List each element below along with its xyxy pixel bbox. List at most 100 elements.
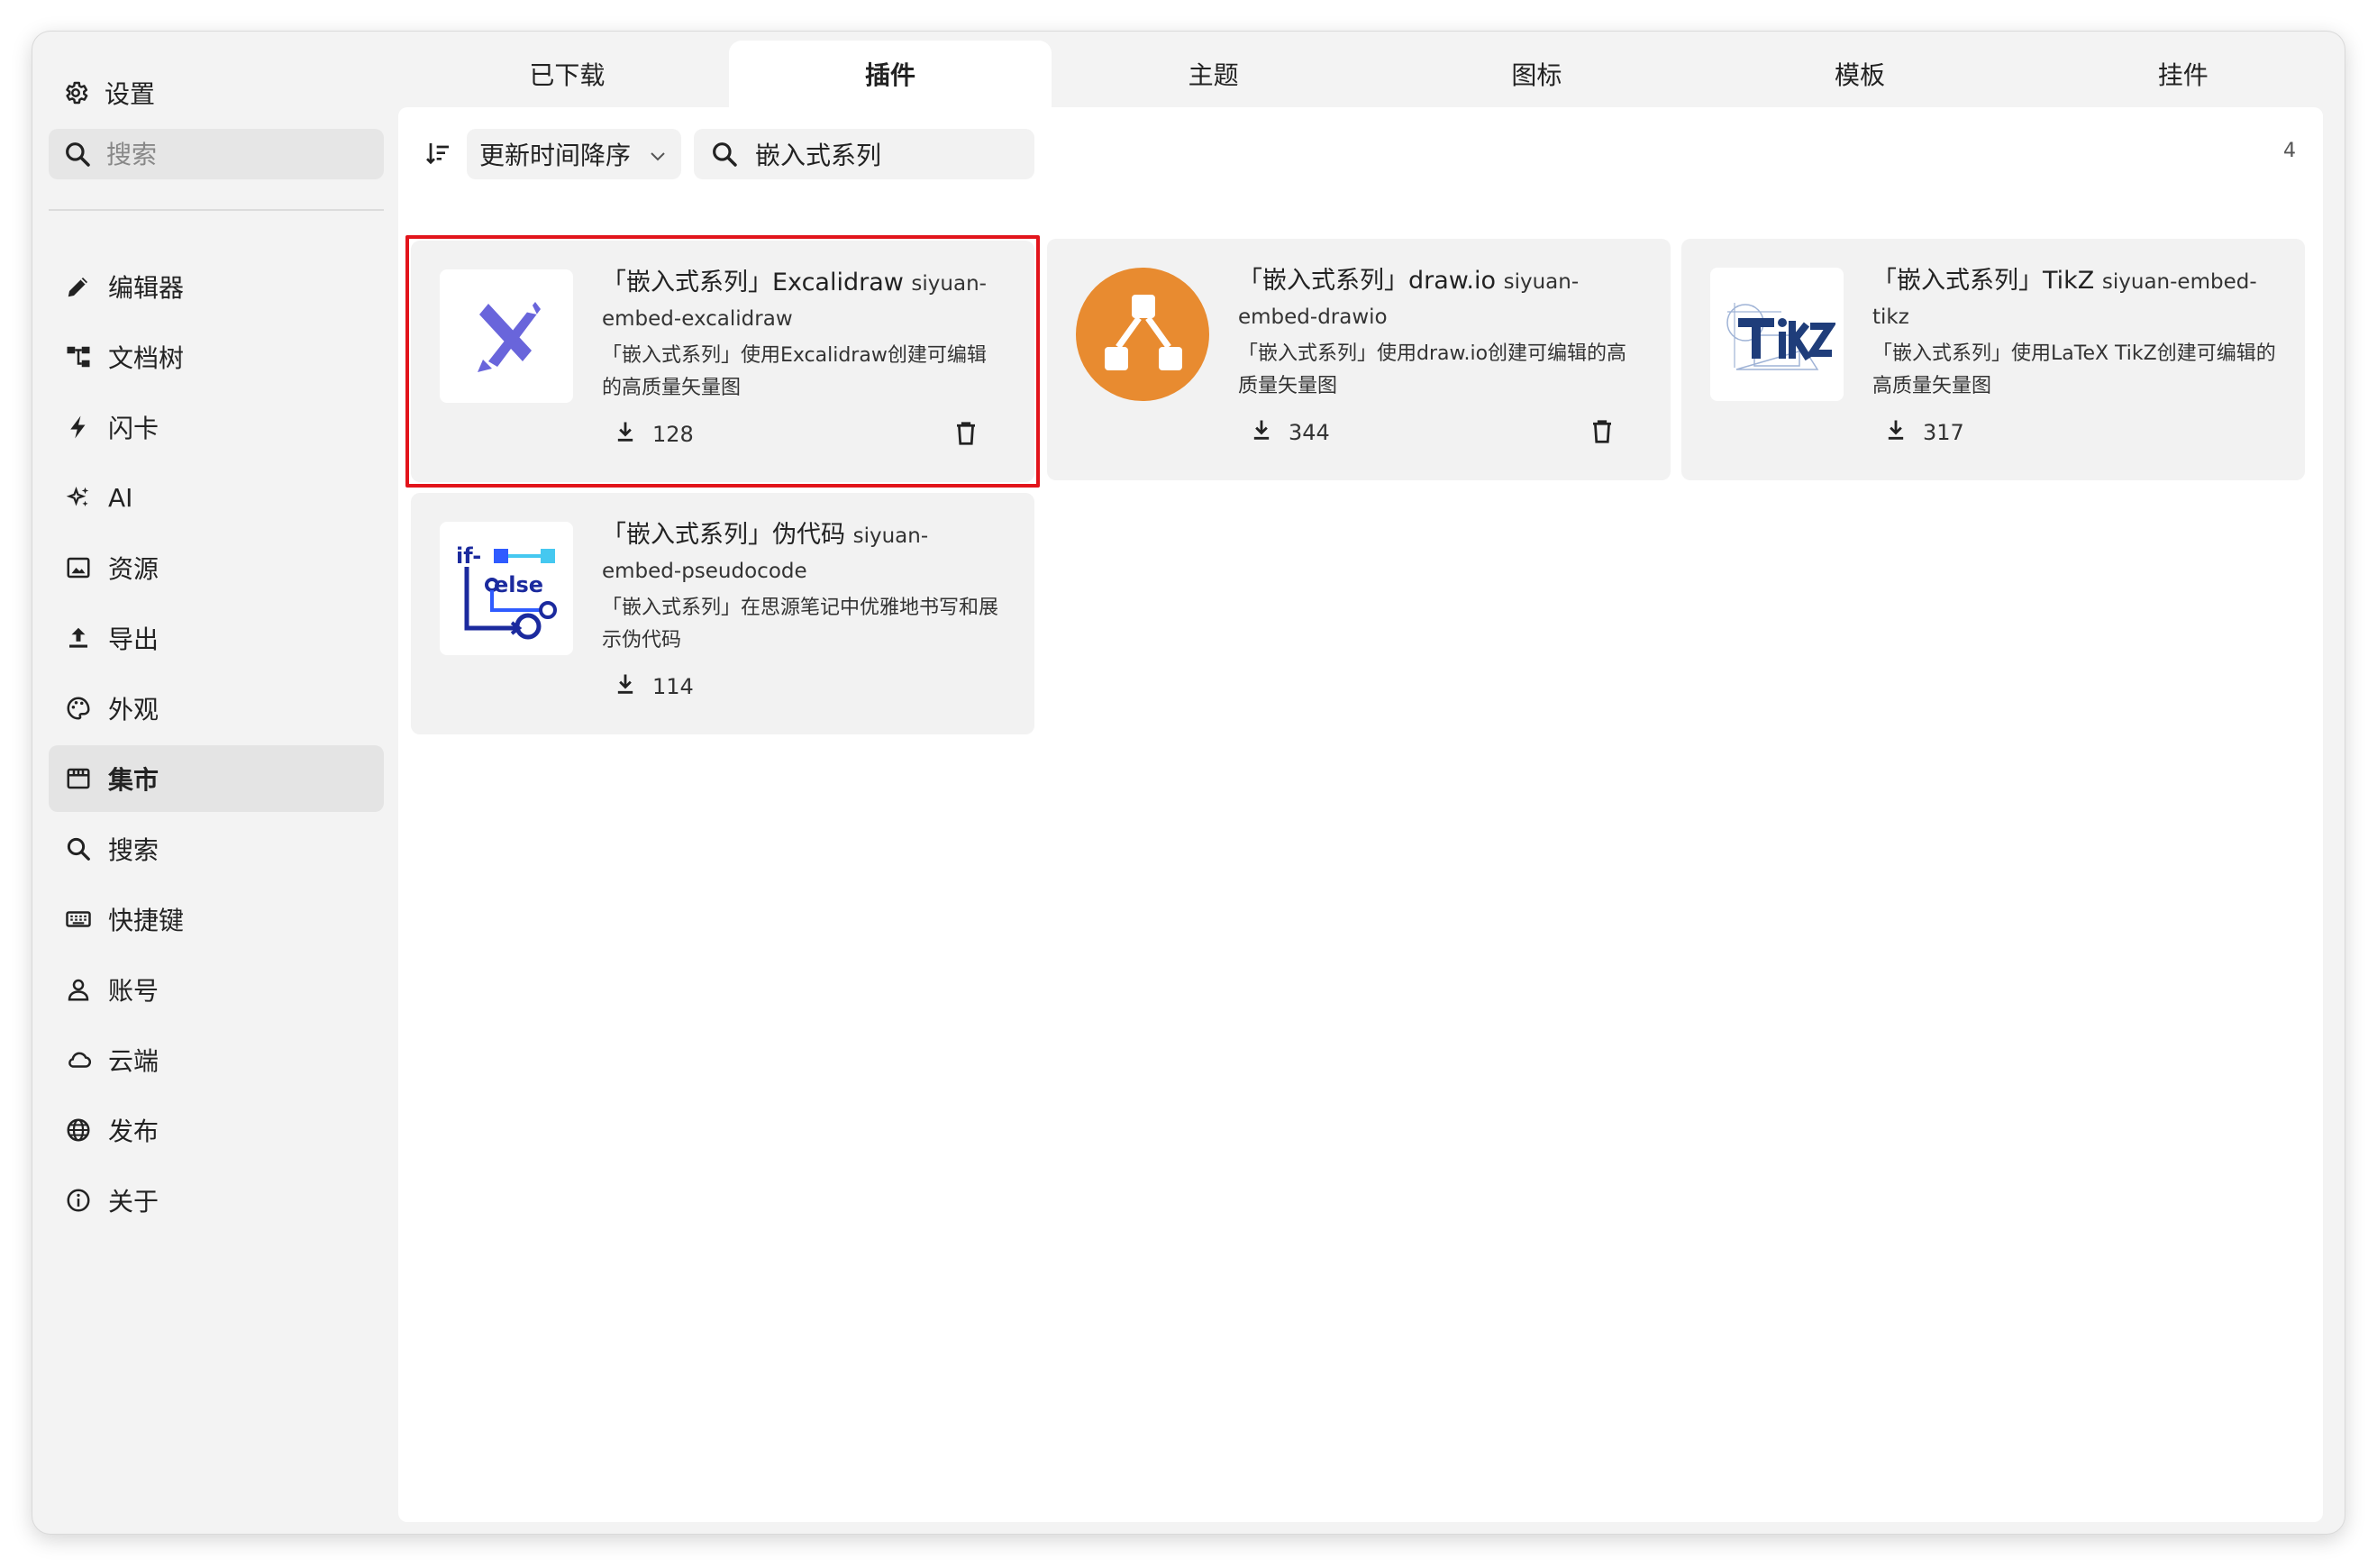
plugin-search[interactable] bbox=[694, 129, 1034, 179]
search-icon bbox=[63, 834, 94, 864]
plugin-panel: 更新时间降序 4 bbox=[398, 107, 2323, 1522]
sidebar-item-doctree[interactable]: 文档树 bbox=[49, 324, 384, 390]
sort-select[interactable]: 更新时间降序 bbox=[467, 129, 681, 179]
tab-themes[interactable]: 主题 bbox=[1052, 41, 1375, 107]
plugin-title: 「嵌入式系列」Excalidraw siyuan-embed-excalidra… bbox=[602, 266, 1006, 336]
search-icon bbox=[708, 138, 741, 170]
tab-icons[interactable]: 图标 bbox=[1375, 41, 1699, 107]
keyboard-icon bbox=[63, 904, 94, 934]
flash-icon bbox=[63, 412, 94, 442]
download-icon bbox=[613, 419, 638, 450]
download-count-value: 114 bbox=[652, 674, 694, 699]
plugin-description: 「嵌入式系列」使用draw.io创建可编辑的高质量矢量图 bbox=[1238, 342, 1627, 397]
sidebar-item-label: 快捷键 bbox=[108, 906, 185, 935]
sidebar-item-label: 发布 bbox=[108, 1117, 159, 1146]
plugin-info: 「嵌入式系列」伪代码 siyuan-embed-pseudocode 「嵌入式系… bbox=[602, 518, 1006, 657]
tab-downloaded[interactable]: 已下载 bbox=[405, 41, 729, 107]
download-icon bbox=[1883, 417, 1908, 448]
sidebar-item-cloud[interactable]: 云端 bbox=[49, 1026, 384, 1093]
sidebar-item-label: 集市 bbox=[108, 765, 159, 795]
download-count: 128 bbox=[613, 419, 694, 450]
download-count: 344 bbox=[1249, 417, 1330, 448]
svg-text:if-: if- bbox=[456, 543, 481, 569]
sidebar-item-export[interactable]: 导出 bbox=[49, 605, 384, 671]
download-count-value: 317 bbox=[1923, 420, 1964, 445]
cloud-icon bbox=[63, 1044, 94, 1075]
plugin-card-pseudocode[interactable]: if- else 「嵌入式系列」伪代码 siyuan-embed-pseudoc… bbox=[411, 493, 1034, 734]
download-count-value: 344 bbox=[1289, 420, 1330, 445]
plugin-name: 「嵌入式系列」draw.io bbox=[1238, 267, 1496, 295]
plugin-card-drawio[interactable]: 「嵌入式系列」draw.io siyuan-embed-drawio 「嵌入式系… bbox=[1047, 239, 1671, 480]
sidebar-search[interactable] bbox=[49, 129, 384, 179]
pencil-icon bbox=[63, 271, 94, 302]
plugin-title: 「嵌入式系列」TikZ siyuan-embed-tikz bbox=[1872, 264, 2276, 334]
sidebar-item-label: 云端 bbox=[108, 1046, 159, 1076]
search-icon bbox=[61, 138, 94, 170]
palette-icon bbox=[63, 693, 94, 724]
sidebar-item-search[interactable]: 搜索 bbox=[49, 816, 384, 882]
plugin-name: 「嵌入式系列」TikZ bbox=[1872, 267, 2095, 295]
plugin-card-tikz[interactable]: 「嵌入式系列」TikZ siyuan-embed-tikz 「嵌入式系列」使用L… bbox=[1681, 239, 2305, 480]
sidebar-item-label: 资源 bbox=[108, 554, 159, 584]
chevron-down-icon bbox=[647, 143, 669, 173]
plugin-info: 「嵌入式系列」Excalidraw siyuan-embed-excalidra… bbox=[602, 266, 1006, 405]
settings-title-label: 设置 bbox=[105, 79, 156, 109]
settings-title: 设置 bbox=[61, 71, 155, 114]
plugin-card-excalidraw[interactable]: 「嵌入式系列」Excalidraw siyuan-embed-excalidra… bbox=[405, 235, 1040, 488]
sidebar-item-flashcard[interactable]: 闪卡 bbox=[49, 394, 384, 460]
sidebar-item-label: AI bbox=[108, 482, 133, 513]
sidebar-item-label: 外观 bbox=[108, 695, 159, 725]
info-icon bbox=[63, 1185, 94, 1216]
pseudocode-icon: if- else bbox=[440, 522, 573, 655]
sidebar-item-editor[interactable]: 编辑器 bbox=[49, 253, 384, 320]
plugin-name: 「嵌入式系列」Excalidraw bbox=[602, 269, 904, 296]
uninstall-icon[interactable] bbox=[950, 417, 982, 450]
tab-templates[interactable]: 模板 bbox=[1699, 41, 2022, 107]
sidebar-search-input[interactable] bbox=[105, 138, 378, 170]
plugin-description: 「嵌入式系列」使用Excalidraw创建可编辑的高质量矢量图 bbox=[602, 344, 987, 399]
image-icon bbox=[63, 552, 94, 583]
download-icon bbox=[613, 671, 638, 702]
tab-widgets[interactable]: 挂件 bbox=[2021, 41, 2345, 107]
sparkle-icon bbox=[63, 482, 94, 513]
marketplace-tabs: 已下载 插件 主题 图标 模板 挂件 bbox=[405, 41, 2345, 107]
tab-plugins[interactable]: 插件 bbox=[728, 41, 1052, 107]
plugin-description: 「嵌入式系列」使用LaTeX TikZ创建可编辑的高质量矢量图 bbox=[1872, 342, 2276, 397]
sidebar-item-assets[interactable]: 资源 bbox=[49, 534, 384, 601]
sidebar-item-publish[interactable]: 发布 bbox=[49, 1097, 384, 1163]
tikz-icon bbox=[1710, 268, 1844, 401]
plugin-title: 「嵌入式系列」draw.io siyuan-embed-drawio bbox=[1238, 264, 1642, 334]
sidebar-item-label: 编辑器 bbox=[108, 273, 185, 303]
sidebar-list: 编辑器 文档树 闪卡 AI 资源 导出 外观 集市 搜索 快捷键 账号 云端 发… bbox=[49, 253, 384, 1237]
sidebar-divider bbox=[49, 209, 384, 211]
plugin-name: 「嵌入式系列」伪代码 bbox=[602, 521, 845, 549]
globe-icon bbox=[63, 1115, 94, 1145]
sidebar-item-label: 闪卡 bbox=[108, 414, 159, 443]
sidebar-item-label: 搜索 bbox=[108, 835, 159, 865]
store-icon bbox=[63, 763, 94, 794]
sidebar-item-appearance[interactable]: 外观 bbox=[49, 675, 384, 742]
svg-text:else: else bbox=[494, 572, 543, 597]
download-count-value: 128 bbox=[652, 422, 694, 447]
drawio-icon bbox=[1076, 268, 1209, 401]
sidebar-item-keymap[interactable]: 快捷键 bbox=[49, 886, 384, 953]
sidebar: 设置 编辑器 文档树 闪卡 AI bbox=[32, 32, 404, 1534]
settings-window: 设置 编辑器 文档树 闪卡 AI bbox=[32, 32, 2345, 1534]
download-count: 317 bbox=[1883, 417, 1964, 448]
plugin-toolbar: 更新时间降序 4 bbox=[398, 107, 2323, 201]
plugin-info: 「嵌入式系列」TikZ siyuan-embed-tikz 「嵌入式系列」使用L… bbox=[1872, 264, 2276, 403]
sidebar-item-about[interactable]: 关于 bbox=[49, 1167, 384, 1234]
uninstall-icon[interactable] bbox=[1586, 415, 1618, 448]
plugin-search-input[interactable] bbox=[753, 138, 1027, 170]
download-icon bbox=[1249, 417, 1274, 448]
tree-icon bbox=[63, 342, 94, 372]
export-icon bbox=[63, 623, 94, 653]
sidebar-item-label: 文档树 bbox=[108, 343, 185, 373]
plugin-info: 「嵌入式系列」draw.io siyuan-embed-drawio 「嵌入式系… bbox=[1238, 264, 1642, 403]
sidebar-item-marketplace[interactable]: 集市 bbox=[49, 745, 384, 812]
user-icon bbox=[63, 974, 94, 1005]
sidebar-item-account[interactable]: 账号 bbox=[49, 956, 384, 1023]
sort-icon[interactable] bbox=[420, 136, 456, 172]
plugin-title: 「嵌入式系列」伪代码 siyuan-embed-pseudocode bbox=[602, 518, 1006, 588]
sidebar-item-ai[interactable]: AI bbox=[49, 464, 384, 531]
